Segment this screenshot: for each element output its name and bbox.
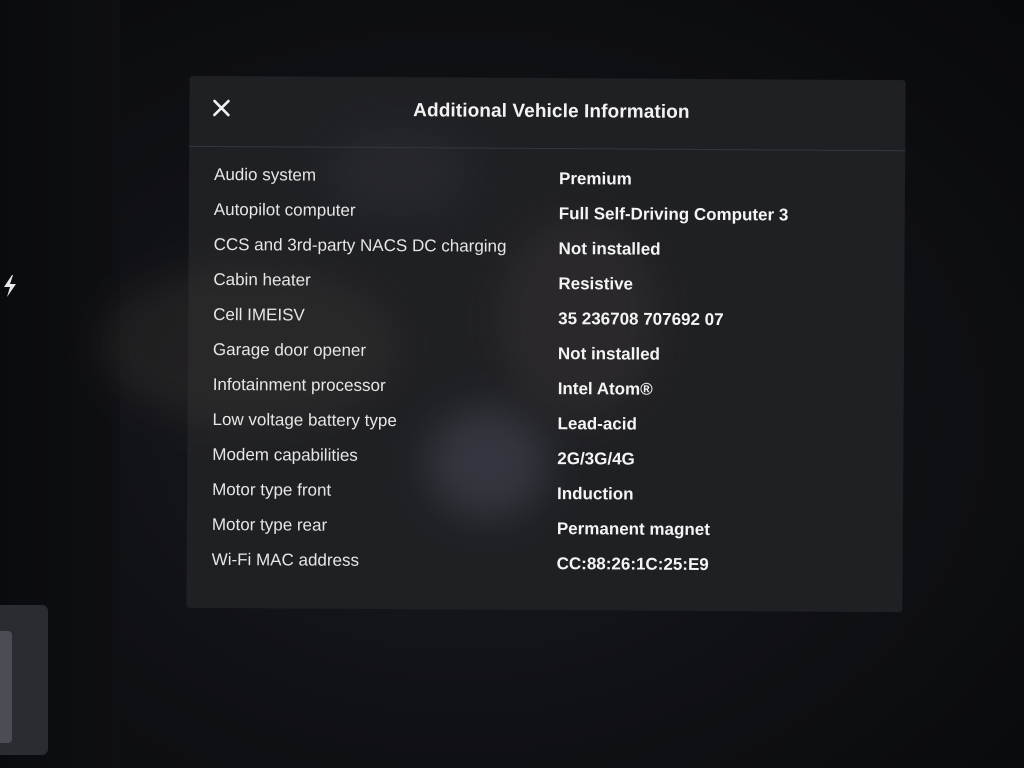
info-label: Garage door opener bbox=[212, 339, 367, 360]
info-value: Intel Atom® bbox=[557, 379, 653, 399]
info-value: 35 236708 707692 07 bbox=[558, 309, 724, 330]
side-card[interactable] bbox=[0, 605, 48, 755]
info-row-wifi-mac-address: Wi-Fi MAC address CC:88:26:1C:25:E9 bbox=[212, 549, 882, 576]
info-label: CCS and 3rd-party NACS DC charging bbox=[213, 234, 507, 256]
info-label: Cell IMEISV bbox=[213, 304, 305, 325]
bolt-icon bbox=[4, 275, 16, 297]
info-value: Premium bbox=[558, 169, 632, 189]
info-row-audio-system: Audio system Premium bbox=[214, 164, 884, 191]
info-row-dc-charging: CCS and 3rd-party NACS DC charging Not i… bbox=[214, 234, 884, 261]
additional-vehicle-info-modal: Additional Vehicle Information Audio sys… bbox=[97, 75, 906, 613]
info-value: Permanent magnet bbox=[556, 519, 710, 540]
info-row-low-voltage-battery: Low voltage battery type Lead-acid bbox=[212, 409, 882, 436]
info-label: Motor type rear bbox=[211, 514, 328, 535]
info-label: Modem capabilities bbox=[212, 444, 358, 465]
info-label: Low voltage battery type bbox=[212, 409, 397, 431]
info-value: Full Self-Driving Computer 3 bbox=[558, 204, 789, 225]
info-list: Audio system Premium Autopilot computer … bbox=[212, 164, 885, 588]
side-card-handle bbox=[0, 631, 12, 743]
info-value: Induction bbox=[557, 484, 634, 504]
info-value: Not installed bbox=[558, 239, 661, 259]
info-row-infotainment-processor: Infotainment processor Intel Atom® bbox=[213, 374, 883, 401]
info-label: Autopilot computer bbox=[213, 199, 356, 220]
info-row-motor-type-rear: Motor type rear Permanent magnet bbox=[212, 514, 882, 541]
modal-title: Additional Vehicle Information bbox=[413, 100, 690, 123]
info-row-cell-imeisv: Cell IMEISV 35 236708 707692 07 bbox=[213, 304, 883, 331]
info-value: 2G/3G/4G bbox=[557, 449, 635, 469]
modal-header: Additional Vehicle Information bbox=[189, 75, 906, 152]
info-row-motor-type-front: Motor type front Induction bbox=[212, 479, 882, 506]
info-row-autopilot-computer: Autopilot computer Full Self-Driving Com… bbox=[214, 199, 884, 226]
info-row-garage-door-opener: Garage door opener Not installed bbox=[213, 339, 883, 366]
info-label: Wi-Fi MAC address bbox=[211, 549, 360, 570]
info-row-modem-capabilities: Modem capabilities 2G/3G/4G bbox=[212, 444, 882, 471]
info-row-cabin-heater: Cabin heater Resistive bbox=[213, 269, 883, 296]
info-label: Infotainment processor bbox=[212, 374, 386, 396]
info-label: Motor type front bbox=[212, 479, 332, 500]
info-label: Audio system bbox=[213, 164, 317, 185]
info-value: Not installed bbox=[557, 344, 661, 364]
info-value: CC:88:26:1C:25:E9 bbox=[556, 554, 709, 574]
info-value: Resistive bbox=[558, 274, 634, 294]
info-value: Lead-acid bbox=[557, 414, 637, 434]
info-label: Cabin heater bbox=[213, 269, 311, 290]
screen: Additional Vehicle Information Audio sys… bbox=[0, 0, 1024, 768]
